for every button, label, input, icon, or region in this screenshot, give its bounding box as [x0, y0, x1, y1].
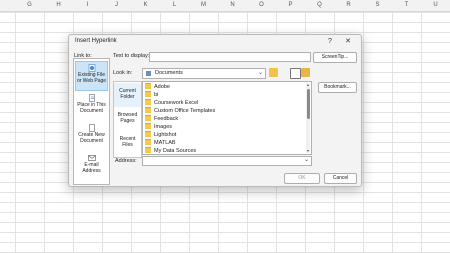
folder-icon: [145, 147, 151, 153]
address-input[interactable]: ⌄: [142, 156, 312, 166]
column-header[interactable]: U: [421, 0, 450, 11]
file-name: MATLAB: [154, 140, 176, 146]
list-item[interactable]: Feedback: [145, 115, 178, 123]
link-to-place-in-document[interactable]: Place in This Document: [75, 92, 108, 120]
dialog-titlebar: Insert Hyperlink ? ✕: [69, 35, 361, 49]
list-item[interactable]: MATLAB: [145, 139, 176, 147]
document-place-icon: [88, 94, 95, 102]
text-to-display-label: Text to display:: [113, 53, 150, 59]
scrollbar[interactable]: ▲ ▼: [306, 83, 310, 153]
folder-icon: [145, 139, 151, 145]
column-header-bar: G H I J K L M N O P Q R S T U: [0, 0, 450, 12]
folder-icon: [145, 115, 151, 121]
column-header[interactable]: G: [15, 0, 44, 11]
column-header[interactable]: J: [102, 0, 131, 11]
chevron-down-icon[interactable]: ⌄: [258, 69, 263, 76]
look-in-label: Look in:: [113, 70, 133, 76]
link-to-panel: Existing File or Web Page Place in This …: [73, 58, 110, 185]
look-in-dropdown[interactable]: Documents ⌄: [142, 68, 266, 79]
list-item[interactable]: Custom Office Templates: [145, 107, 215, 115]
column-header[interactable]: M: [189, 0, 218, 11]
ok-button[interactable]: OK: [284, 173, 320, 184]
dialog-title: Insert Hyperlink: [75, 38, 117, 44]
file-name: Custom Office Templates: [154, 108, 216, 114]
folder-icon: [145, 123, 151, 129]
folder-icon: [145, 83, 151, 89]
search-web-icon[interactable]: [290, 68, 301, 79]
place-current-folder[interactable]: Current Folder: [114, 83, 141, 107]
file-name: Coursework Excel: [154, 100, 199, 106]
screentip-button[interactable]: ScreenTip...: [313, 52, 357, 63]
column-header[interactable]: N: [218, 0, 247, 11]
list-item[interactable]: Lightshot: [145, 131, 176, 139]
link-to-item-label: Existing File or Web Page: [76, 72, 107, 84]
file-name: My Data Sources: [154, 148, 197, 154]
folder-icon: [145, 99, 151, 105]
file-name: bi: [154, 92, 159, 98]
column-header[interactable]: I: [73, 0, 102, 11]
column-header[interactable]: Q: [305, 0, 334, 11]
column-header[interactable]: K: [131, 0, 160, 11]
text-to-display-input[interactable]: [149, 52, 311, 62]
list-item[interactable]: Images: [145, 123, 172, 131]
column-header[interactable]: T: [392, 0, 421, 11]
column-header[interactable]: P: [276, 0, 305, 11]
link-to-email-address[interactable]: E-mail Address: [75, 152, 108, 180]
link-to-create-new-document[interactable]: Create New Document: [75, 122, 108, 150]
close-button[interactable]: ✕: [343, 37, 353, 47]
column-header[interactable]: S: [363, 0, 392, 11]
cancel-button[interactable]: Cancel: [324, 173, 357, 184]
web-page-icon: [88, 64, 95, 72]
folder-icon: [145, 131, 151, 137]
email-icon: [87, 155, 96, 161]
browse-file-icon[interactable]: [301, 68, 310, 77]
help-button[interactable]: ?: [325, 37, 335, 47]
folder-icon: [145, 91, 151, 97]
scroll-up-icon[interactable]: ▲: [306, 83, 310, 87]
column-header[interactable]: L: [160, 0, 189, 11]
bookmark-button[interactable]: Bookmark...: [318, 82, 357, 93]
file-name: Feedback: [154, 116, 179, 122]
list-item[interactable]: bi: [145, 91, 158, 99]
link-to-item-label: Create New Document: [78, 132, 105, 144]
insert-hyperlink-dialog: Insert Hyperlink ? ✕ Link to: Text to di…: [68, 34, 362, 187]
scroll-down-icon[interactable]: ▼: [306, 149, 310, 153]
chevron-down-icon[interactable]: ⌄: [304, 156, 309, 163]
file-name: Lightshot: [154, 132, 177, 138]
folder-icon: [145, 107, 151, 113]
place-label: Browsed Pages: [117, 112, 138, 124]
up-folder-icon[interactable]: [269, 68, 278, 77]
places-panel: Current Folder Browsed Pages Recent File…: [113, 81, 142, 158]
place-label: Current Folder: [119, 88, 136, 100]
file-list[interactable]: Adobe bi Coursework Excel Custom Office …: [142, 81, 312, 155]
place-recent-files[interactable]: Recent Files: [114, 131, 141, 155]
list-item[interactable]: Adobe: [145, 83, 170, 91]
link-to-item-label: Place in This Document: [77, 102, 106, 114]
column-header[interactable]: H: [44, 0, 73, 11]
new-document-icon: [88, 124, 95, 132]
look-in-value: Documents: [155, 69, 183, 76]
documents-icon: [146, 71, 151, 76]
link-to-existing-file[interactable]: Existing File or Web Page: [75, 61, 108, 91]
column-header[interactable]: O: [247, 0, 276, 11]
place-browsed-pages[interactable]: Browsed Pages: [114, 107, 141, 131]
address-label: Address:: [115, 158, 137, 164]
column-header[interactable]: R: [334, 0, 363, 11]
list-item[interactable]: My Data Sources: [145, 147, 197, 154]
list-item[interactable]: Coursework Excel: [145, 99, 198, 107]
scrollbar-thumb[interactable]: [306, 89, 310, 119]
file-name: Adobe: [154, 84, 170, 90]
place-label: Recent Files: [119, 136, 136, 148]
file-name: Images: [154, 124, 173, 130]
link-to-item-label: E-mail Address: [82, 162, 101, 174]
